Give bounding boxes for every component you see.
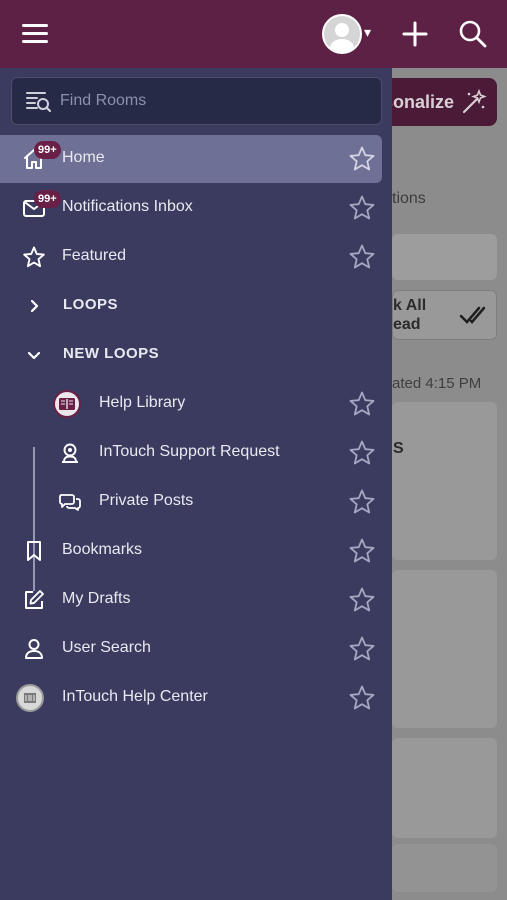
notifications-tab-label[interactable]: tions — [392, 190, 426, 208]
favorite-star-icon[interactable] — [348, 488, 376, 516]
feed-card[interactable] — [392, 570, 497, 728]
nav-item-intouch-help-center[interactable]: InTouch Help Center — [0, 674, 392, 722]
feed-card-title: S — [393, 440, 404, 457]
find-rooms-input[interactable] — [60, 89, 360, 113]
chevron-down-icon: ▾ — [364, 24, 372, 40]
hamburger-icon[interactable] — [20, 20, 50, 48]
nav-section-loops[interactable]: LOOPS — [0, 282, 392, 330]
mark-all-read-button[interactable]: k All ead — [392, 290, 497, 340]
nav-item-notifications-inbox[interactable]: 99+ Notifications Inbox — [0, 184, 392, 232]
account-menu-button[interactable]: ▾ — [322, 14, 380, 54]
find-rooms-search[interactable] — [11, 77, 382, 125]
support-request-icon — [62, 443, 78, 463]
nav-item-label: Help Library — [99, 394, 186, 411]
nav-section-new-loops[interactable]: NEW LOOPS — [0, 331, 392, 379]
favorite-star-icon[interactable] — [348, 635, 376, 663]
nav-item-label: Featured — [62, 247, 127, 264]
nav-item-private-posts[interactable]: Private Posts — [0, 478, 392, 526]
personalize-button[interactable]: sonalize — [383, 78, 497, 126]
bookmark-icon — [27, 541, 41, 561]
chevron-down-icon — [27, 351, 41, 360]
nav-item-label: Private Posts — [99, 492, 194, 509]
feed-card[interactable] — [392, 844, 497, 892]
star-outline-icon — [23, 246, 45, 268]
chat-bubbles-icon — [59, 494, 81, 511]
nav-item-label: Bookmarks — [62, 541, 143, 558]
favorite-star-icon[interactable] — [348, 243, 376, 271]
favorite-star-icon[interactable] — [348, 439, 376, 467]
nav-item-home[interactable]: 99+ Home — [0, 135, 382, 183]
nav-item-featured[interactable]: Featured — [0, 233, 392, 281]
feed-card[interactable] — [392, 402, 497, 560]
nav-item-label: My Drafts — [62, 590, 131, 607]
user-icon — [25, 639, 43, 659]
nav-item-user-search[interactable]: User Search — [0, 625, 392, 673]
personalize-label: sonalize — [383, 92, 455, 112]
chevron-right-icon — [30, 299, 39, 313]
unread-count-badge: 99+ — [34, 190, 61, 208]
nav-item-label: Notifications Inbox — [62, 198, 193, 215]
updated-timestamp: ated 4:15 PM — [392, 375, 482, 392]
mark-all-label: k All — [393, 297, 427, 314]
nav-item-label: InTouch Help Center — [62, 688, 208, 705]
user-avatar-icon — [322, 14, 362, 54]
plus-icon[interactable] — [401, 20, 429, 48]
nav-item-label: User Search — [62, 639, 151, 656]
section-label: LOOPS — [63, 296, 119, 313]
top-app-bar: ▾ — [0, 0, 507, 68]
favorite-star-icon[interactable] — [348, 145, 376, 173]
filter-bar[interactable] — [392, 234, 497, 280]
favorite-star-icon[interactable] — [348, 194, 376, 222]
double-check-icon — [459, 306, 486, 324]
favorite-star-icon[interactable] — [348, 537, 376, 565]
search-icon[interactable] — [458, 19, 488, 49]
nav-item-help-library[interactable]: Help Library — [0, 380, 392, 428]
nav-item-label: Home — [62, 149, 105, 166]
favorite-star-icon[interactable] — [348, 684, 376, 712]
help-center-logo — [16, 684, 44, 712]
edit-icon — [25, 590, 44, 609]
nav-item-intouch-support-request[interactable]: InTouch Support Request — [0, 429, 392, 477]
magic-wand-icon — [462, 88, 487, 114]
help-library-logo — [53, 390, 81, 418]
mark-read-label: ead — [393, 316, 421, 333]
feed-card[interactable] — [392, 738, 497, 838]
nav-item-bookmarks[interactable]: Bookmarks — [0, 527, 392, 575]
nav-item-label: InTouch Support Request — [99, 443, 280, 460]
navigation-drawer: 99+ Home 99+ Notifications Inbox Feature… — [0, 68, 392, 900]
room-search-icon — [26, 92, 52, 113]
section-label: NEW LOOPS — [63, 345, 160, 362]
unread-count-badge: 99+ — [34, 141, 61, 159]
nav-item-my-drafts[interactable]: My Drafts — [0, 576, 392, 624]
favorite-star-icon[interactable] — [348, 586, 376, 614]
favorite-star-icon[interactable] — [348, 390, 376, 418]
